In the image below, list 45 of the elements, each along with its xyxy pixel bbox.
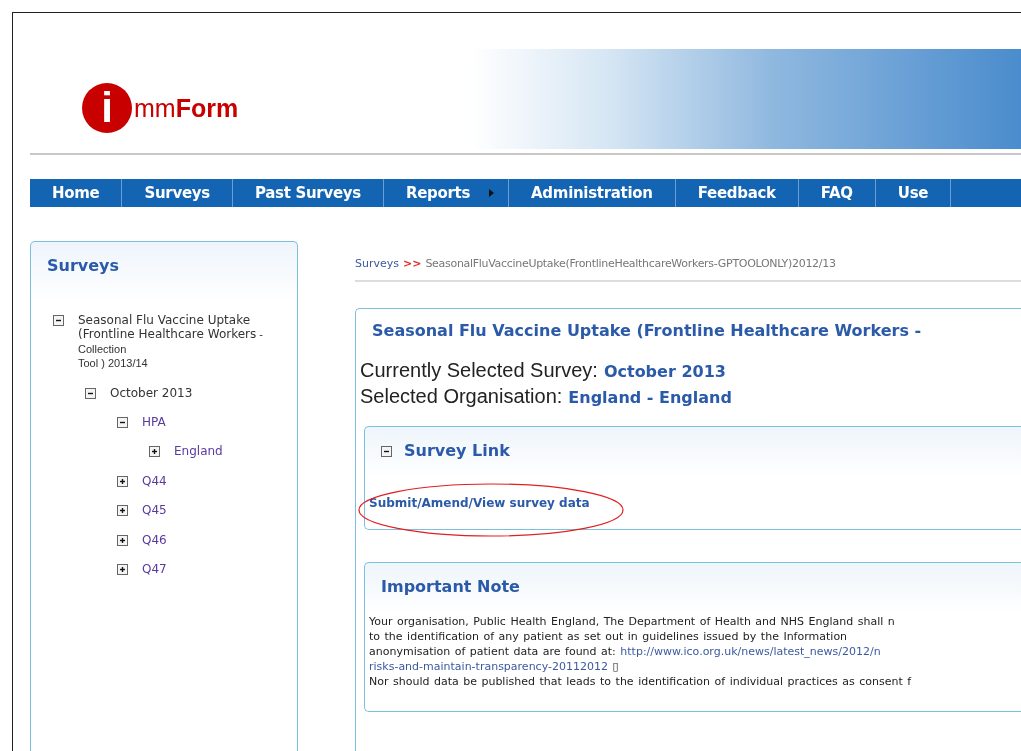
breadcrumb-link[interactable]: Surveys — [355, 257, 399, 270]
expand-icon[interactable] — [117, 563, 128, 575]
nav-item[interactable]: Feedback — [675, 179, 799, 207]
tree-item[interactable]: Seasonal Flu Vaccine Uptake (Frontline Healthcare Workers - Collection Tool ) 2013/14 — [64, 313, 278, 371]
sidebar-title: Surveys — [47, 256, 121, 275]
panel-title: Important Note — [381, 577, 520, 596]
note-text: Nor should data be published that leads to the identification of individual practices as consent f — [369, 674, 913, 689]
note-text: risks-and-maintain-transparency-20112012 ▯ — [369, 659, 620, 674]
expand-icon[interactable] — [117, 475, 128, 487]
logo-mark: i — [82, 83, 132, 133]
collapse-icon[interactable] — [53, 315, 64, 326]
note-text: Your organisation, Public Health England, The Department of Health and NHS England shall n — [369, 614, 896, 629]
nav-item[interactable]: Use — [875, 179, 952, 207]
note-text: anonymisation of patient data are found at: http://www.ico.org.uk/news/latest_news/2012/n — [369, 644, 882, 659]
breadcrumb-current: SeasonalFluVaccineUptake(FrontlineHealthcareWorkers-GPTOOLONLY)2012/13 — [425, 257, 836, 270]
nav-item[interactable]: Home — [30, 179, 123, 207]
nav-item[interactable]: Past Surveys — [232, 179, 384, 207]
collapse-icon[interactable] — [381, 446, 392, 457]
nav-item[interactable]: Administration — [509, 179, 676, 207]
note-link[interactable]: risks-and-maintain-transparency-20112012 — [369, 660, 608, 673]
expand-icon[interactable] — [117, 505, 128, 517]
tree-item[interactable]: Q45 — [142, 503, 167, 518]
nav-item[interactable]: FAQ — [798, 179, 876, 207]
note-text: to the identification of any patient as set out in guidelines issued by the Information — [369, 629, 849, 644]
survey-title: Seasonal Flu Vaccine Uptake (Frontline Healthcare Workers - — [371, 321, 923, 340]
field-value: England - England — [568, 387, 732, 409]
tree-item[interactable]: England — [174, 444, 223, 459]
tree-item[interactable]: Q47 — [142, 561, 167, 577]
tree-item[interactable]: HPA — [142, 414, 166, 430]
field-label: Selected Organisation: — [360, 384, 563, 409]
logo-text: mmForm — [134, 93, 239, 123]
tree-item[interactable]: October 2013 — [110, 385, 193, 400]
field-value: October 2013 — [603, 361, 726, 383]
expand-icon[interactable] — [117, 534, 128, 546]
panel-title: Survey Link — [404, 441, 510, 460]
tree-item[interactable]: Q44 — [142, 473, 167, 489]
collapse-icon[interactable] — [85, 387, 96, 399]
collapse-icon[interactable] — [117, 416, 128, 428]
tree-item[interactable]: Q46 — [142, 532, 167, 547]
field-label: Currently Selected Survey: — [360, 358, 598, 383]
breadcrumb-separator: >> — [403, 257, 422, 270]
expand-icon[interactable] — [149, 446, 160, 458]
nav-item[interactable]: Surveys — [122, 179, 233, 207]
nav-item[interactable]: Reports — [383, 179, 510, 207]
note-link[interactable]: http://www.ico.org.uk/news/latest_news/2012/n — [620, 645, 881, 658]
